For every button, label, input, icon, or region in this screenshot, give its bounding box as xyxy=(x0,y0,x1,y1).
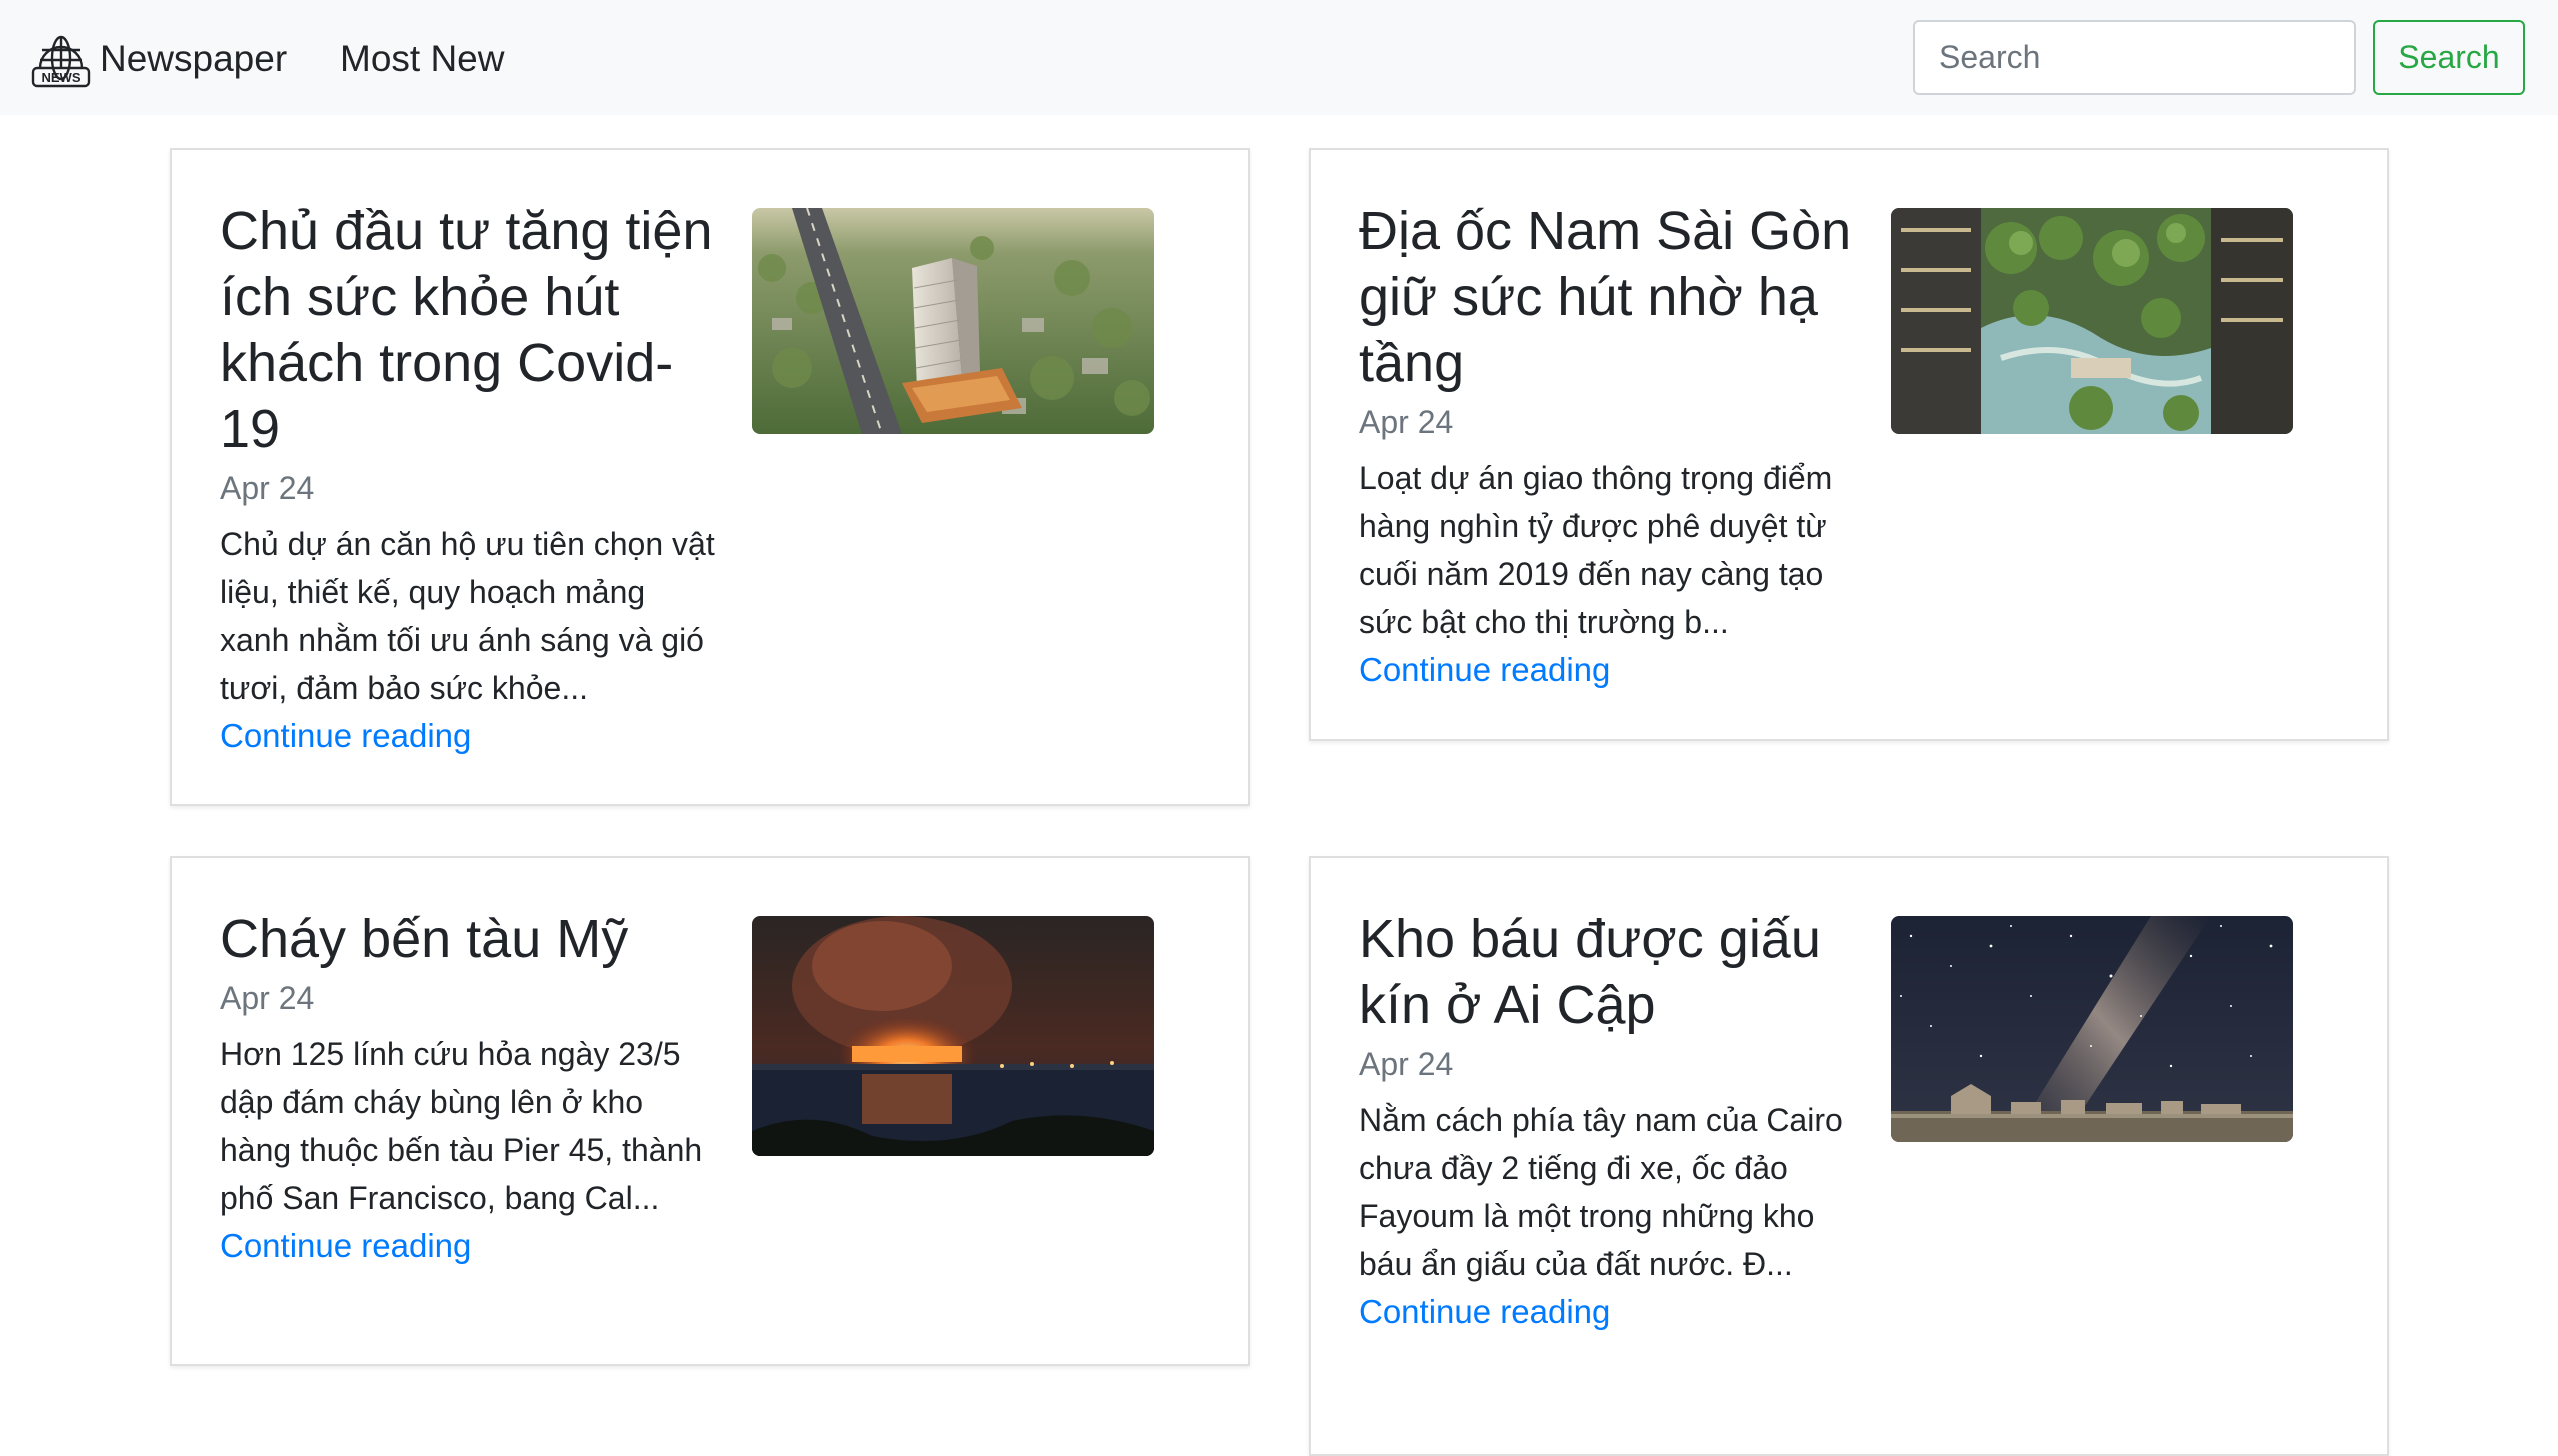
article-date: Apr 24 xyxy=(1359,404,1454,440)
continue-reading-link[interactable]: Continue reading xyxy=(220,1222,720,1270)
article-summary: Nằm cách phía tây nam của Cairo chưa đầy… xyxy=(1359,1102,1843,1282)
continue-reading-link[interactable]: Continue reading xyxy=(1359,1288,1859,1336)
article-thumbnail[interactable] xyxy=(752,916,1154,1156)
news-globe-icon: NEWS xyxy=(31,35,91,88)
article-title: Địa ốc Nam Sài Gòn giữ sức hút nhờ hạ tầ… xyxy=(1359,201,1852,393)
search-input[interactable] xyxy=(1913,20,2356,95)
article-thumbnail[interactable] xyxy=(1891,208,2293,434)
article-thumbnail[interactable] xyxy=(1891,916,2293,1142)
brand-name: Newspaper xyxy=(100,38,288,79)
article-title: Chủ đầu tư tăng tiện ích sức khỏe hút kh… xyxy=(220,201,713,459)
continue-reading-link[interactable]: Continue reading xyxy=(220,712,720,760)
article-summary: Chủ dự án căn hộ ưu tiên chọn vật liệu, … xyxy=(220,526,715,706)
article-card: Chủ đầu tư tăng tiện ích sức khỏe hút kh… xyxy=(170,148,1250,806)
article-title: Kho báu được giấu kín ở Ai Cập xyxy=(1359,909,1821,1035)
brand-link[interactable]: NEWS Newspaper xyxy=(30,28,287,90)
continue-reading-link[interactable]: Continue reading xyxy=(1359,646,1859,694)
article-summary: Hơn 125 lính cứu hỏa ngày 23/5 dập đám c… xyxy=(220,1036,703,1216)
article-date: Apr 24 xyxy=(220,470,315,506)
article-card: Cháy bến tàu Mỹ Apr 24 Hơn 125 lính cứu … xyxy=(170,856,1250,1366)
card-body: Địa ốc Nam Sài Gòn giữ sức hút nhờ hạ tầ… xyxy=(1359,198,1859,694)
search-button[interactable]: Search xyxy=(2373,20,2525,95)
article-card: Địa ốc Nam Sài Gòn giữ sức hút nhờ hạ tầ… xyxy=(1309,148,2389,741)
card-body: Chủ đầu tư tăng tiện ích sức khỏe hút kh… xyxy=(220,198,720,760)
article-title: Cháy bến tàu Mỹ xyxy=(220,909,629,969)
article-summary: Loạt dự án giao thông trọng điểm hàng ng… xyxy=(1359,460,1833,640)
article-thumbnail[interactable] xyxy=(752,208,1154,434)
article-date: Apr 24 xyxy=(220,980,315,1016)
card-body: Cháy bến tàu Mỹ Apr 24 Hơn 125 lính cứu … xyxy=(220,906,720,1270)
nav-link-most-new[interactable]: Most New xyxy=(340,28,504,90)
article-card: Kho báu được giấu kín ở Ai Cập Apr 24 Nằ… xyxy=(1309,856,2389,1456)
navbar: NEWS Newspaper Most New Search xyxy=(0,0,2558,115)
card-body: Kho báu được giấu kín ở Ai Cập Apr 24 Nằ… xyxy=(1359,906,1859,1336)
article-date: Apr 24 xyxy=(1359,1046,1454,1082)
svg-text:NEWS: NEWS xyxy=(42,70,81,85)
